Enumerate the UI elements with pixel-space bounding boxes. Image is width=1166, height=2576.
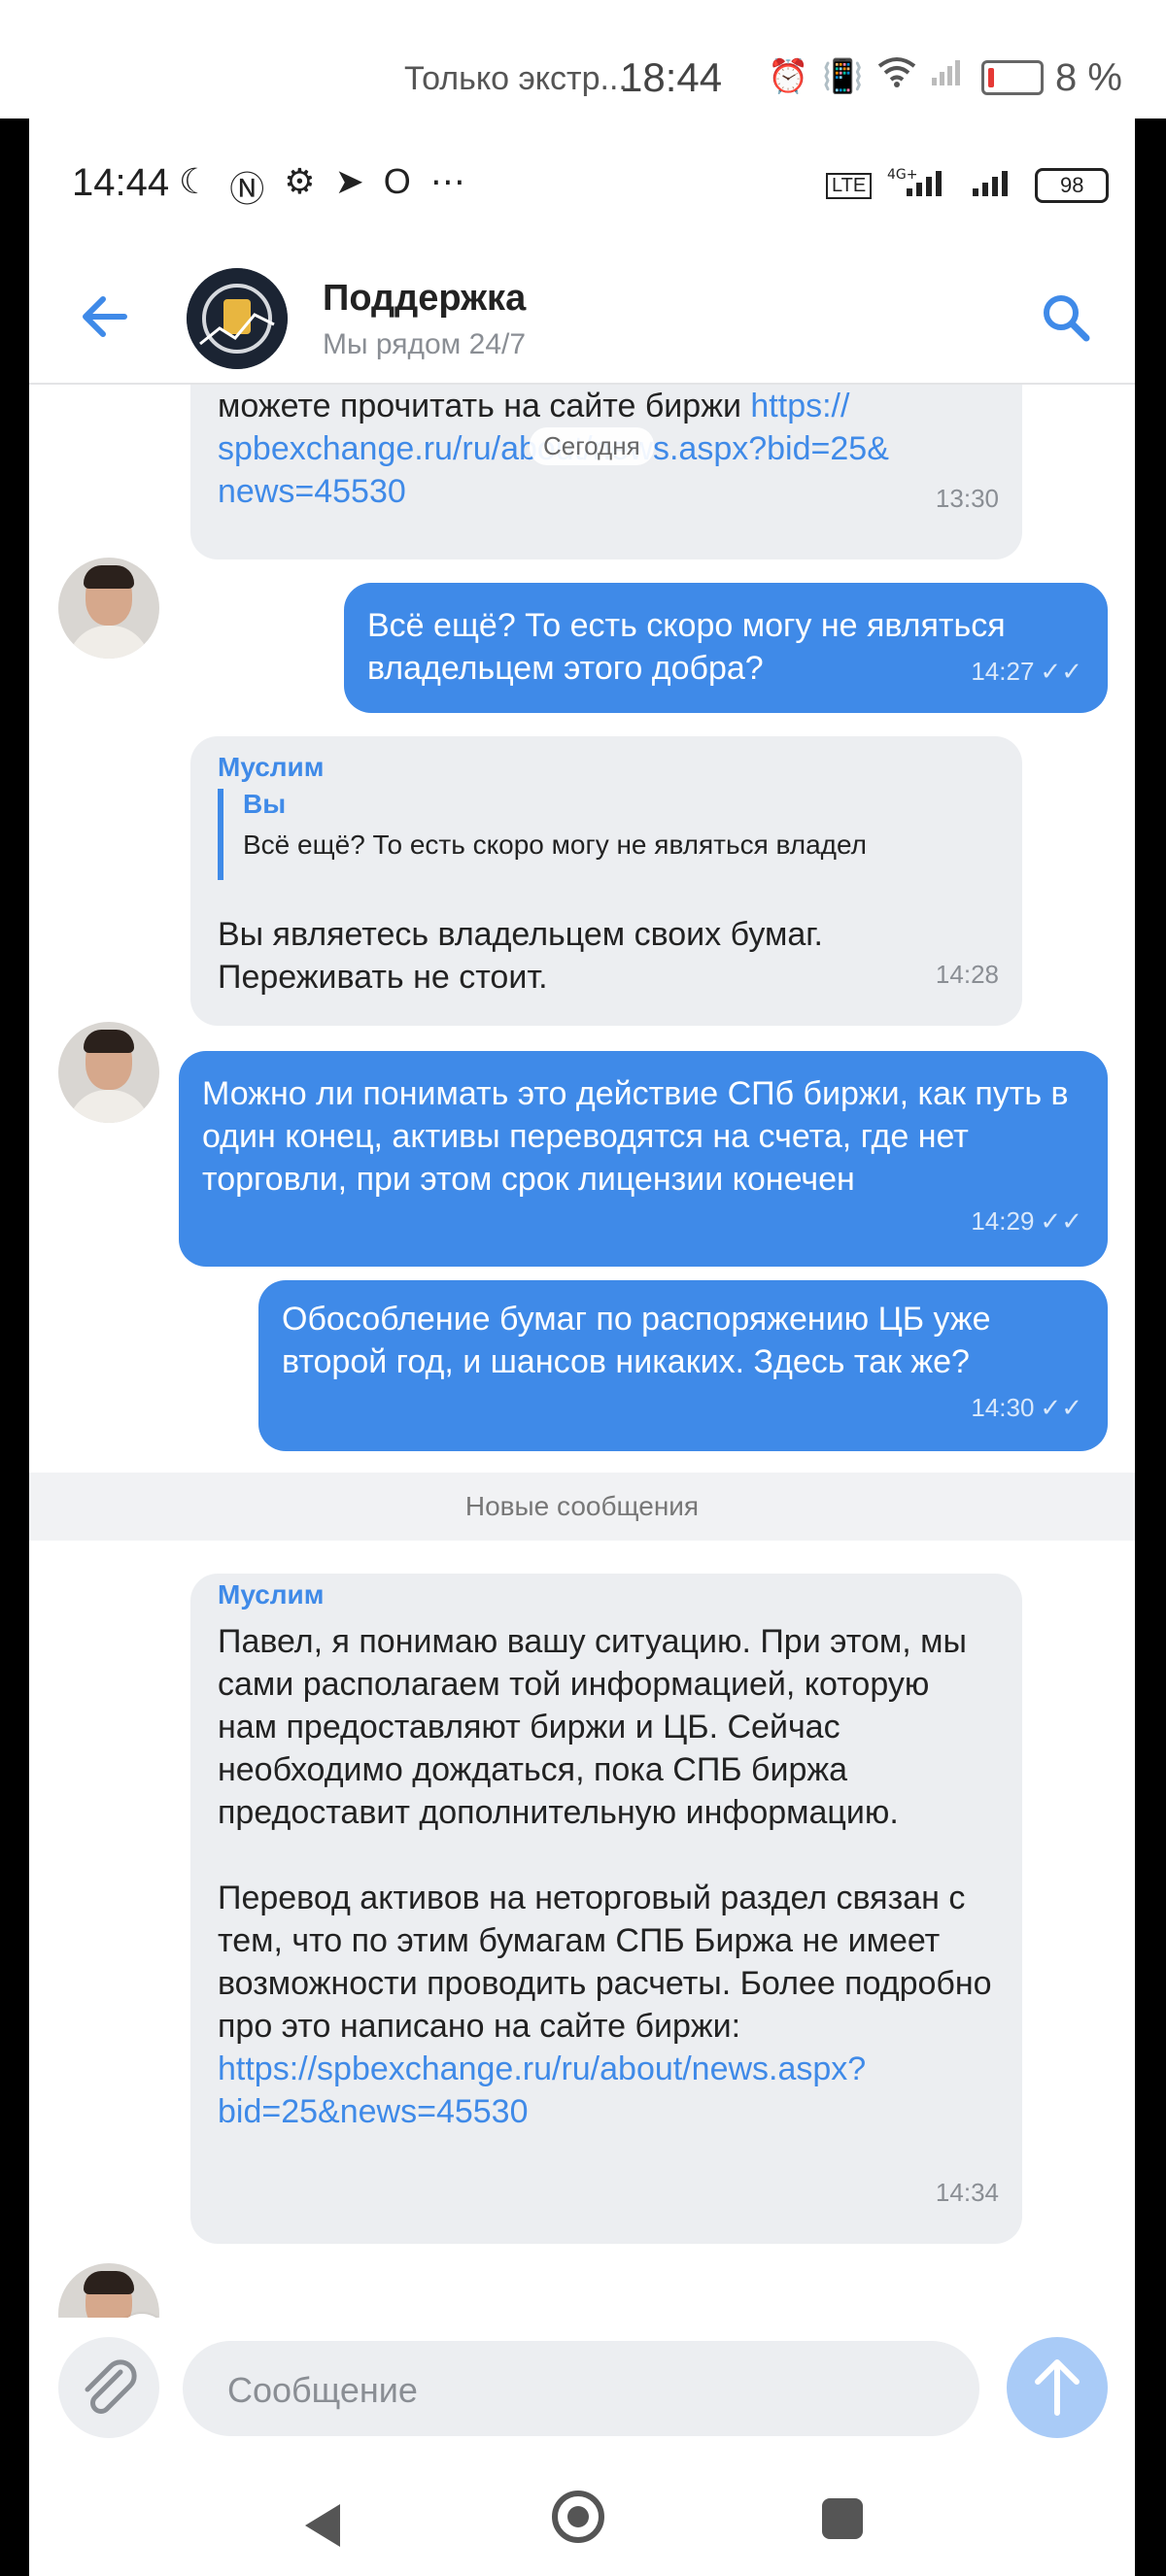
sender-name: Муслим <box>218 752 325 782</box>
reply-author: Вы <box>243 789 287 819</box>
app-screen: 14:44 ☾ Ⓝ ⚙ ➤ O ⋯ LTE 4G+ 98 Поддержка М… <box>29 119 1135 2576</box>
chat-header: Поддержка Мы рядом 24/7 <box>29 253 1135 385</box>
send-button[interactable] <box>1007 2337 1108 2438</box>
double-check-icon: ✓✓ <box>1040 657 1082 686</box>
arrow-left-icon <box>83 296 127 337</box>
chat-avatar[interactable] <box>187 268 288 369</box>
message-list[interactable]: можете прочитать на сайте биржи https://… <box>29 385 1135 2318</box>
message-time: 14:29 ✓✓ <box>971 1206 1082 1236</box>
nfc-icon: Ⓝ <box>229 169 265 209</box>
status-clock: 18:44 <box>620 54 723 100</box>
search-button[interactable] <box>1040 291 1092 344</box>
message-input-placeholder: Сообщение <box>227 2370 418 2410</box>
system-nav-bar <box>29 2463 1135 2576</box>
avatar[interactable] <box>58 2263 159 2318</box>
nav-recents-button[interactable] <box>822 2498 863 2539</box>
paperclip-icon <box>85 2359 137 2414</box>
message-time: 13:30 <box>935 484 999 513</box>
system-status-bar: Только экстр... 18:44 ⏰ 📳 8 % <box>0 0 1166 119</box>
incoming-message[interactable]: Муслим Вы Всё ещё? То есть скоро могу не… <box>190 736 1022 1026</box>
message-link[interactable]: https://spbexchange.ru/ru/about/news.asp… <box>218 2051 866 2130</box>
battery-percent: 8 % <box>1055 56 1122 99</box>
message-text: Можно ли понимать это действие СПб биржи… <box>202 1075 1069 1198</box>
search-icon <box>1044 295 1090 342</box>
alarm-icon: ⏰ <box>768 57 809 95</box>
new-messages-divider: Новые сообщения <box>29 1473 1135 1541</box>
inner-battery: 98 <box>1035 168 1110 203</box>
triangle-back-icon <box>305 2504 340 2547</box>
svg-text:4G+: 4G+ <box>887 167 918 183</box>
message-text: Павел, я понимаю вашу ситуацию. При этом… <box>218 1623 992 2130</box>
date-divider: Сегодня <box>530 427 654 465</box>
avatar[interactable] <box>58 558 159 659</box>
more-icon: ⋯ <box>429 161 465 201</box>
inner-right-icons: LTE 4G+ 98 <box>826 165 1110 206</box>
message-input[interactable]: Сообщение <box>183 2341 979 2436</box>
wifi-icon <box>877 56 916 96</box>
battery-icon <box>981 60 1044 95</box>
reply-text: Всё ещё? То есть скоро могу не являться … <box>243 830 867 860</box>
attach-button[interactable] <box>58 2337 159 2438</box>
home-icon <box>567 2506 589 2527</box>
chat-subtitle: Мы рядом 24/7 <box>323 328 527 360</box>
arrow-up-icon <box>1035 2359 1080 2416</box>
message-time: 14:27 ✓✓ <box>971 657 1082 686</box>
incoming-message[interactable]: Муслим Павел, я понимаю вашу ситуацию. П… <box>190 1574 1022 2244</box>
vibrate-icon: 📳 <box>822 57 864 95</box>
exchange-logo-icon <box>187 268 288 369</box>
message-time: 14:34 <box>935 2178 999 2207</box>
opera-icon: O <box>383 161 411 201</box>
outgoing-message[interactable]: Можно ли понимать это действие СПб биржи… <box>179 1051 1108 1267</box>
signal-icon-2 <box>971 165 1019 206</box>
message-time: 14:30 ✓✓ <box>971 1393 1082 1422</box>
status-icons: ⏰ 📳 <box>768 56 965 96</box>
gear-icon: ⚙ <box>284 161 316 201</box>
volte-icon: LTE <box>826 172 873 199</box>
status-notice: Только экстр... <box>404 60 628 97</box>
nav-back-button[interactable] <box>299 2500 346 2556</box>
message-composer: Сообщение <box>29 2318 1135 2463</box>
incoming-message[interactable]: можете прочитать на сайте биржи https://… <box>190 385 1022 559</box>
nav-home-button[interactable] <box>552 2491 604 2543</box>
message-text: Вы являетесь владельцем своих бумаг. Пер… <box>218 916 823 996</box>
avatar[interactable] <box>58 1022 159 1123</box>
inner-left-icons: ☾ Ⓝ ⚙ ➤ O ⋯ <box>179 161 465 212</box>
outgoing-message[interactable]: Обособление бумаг по распоряжению ЦБ уже… <box>258 1280 1108 1451</box>
outgoing-message[interactable]: Всё ещё? То есть скоро могу не являться … <box>344 583 1108 713</box>
back-button[interactable] <box>80 291 130 342</box>
signal-icon <box>930 56 965 96</box>
inner-status-bar: 14:44 ☾ Ⓝ ⚙ ➤ O ⋯ LTE 4G+ 98 <box>29 119 1135 253</box>
double-check-icon: ✓✓ <box>1040 1206 1082 1236</box>
double-check-icon: ✓✓ <box>1040 1393 1082 1422</box>
message-time: 14:28 <box>935 960 999 989</box>
reply-quote[interactable]: Вы Всё ещё? То есть скоро могу не являть… <box>218 789 867 880</box>
signal-4g-icon: 4G+ <box>887 165 955 206</box>
telegram-icon: ➤ <box>334 161 364 201</box>
chat-title: Поддержка <box>323 278 527 319</box>
moon-icon: ☾ <box>179 161 211 201</box>
inner-clock: 14:44 <box>72 161 170 204</box>
message-link[interactable]: https:// <box>750 388 849 424</box>
sender-name: Муслим <box>218 1579 325 1610</box>
message-text: Обособление бумаг по распоряжению ЦБ уже… <box>282 1301 991 1380</box>
message-link[interactable]: news=45530 <box>218 473 406 510</box>
